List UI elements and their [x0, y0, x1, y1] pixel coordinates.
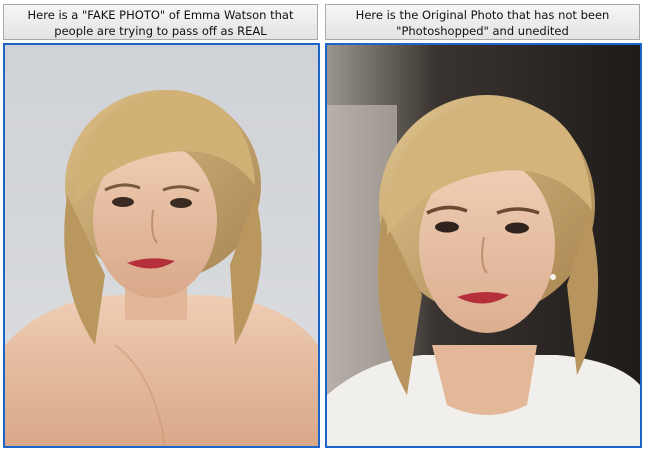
fake-photo-image — [3, 43, 320, 448]
comparison-frame: Here is a "FAKE PHOTO" of Emma Watson th… — [0, 0, 645, 450]
original-photo-panel: Here is the Original Photo that has not … — [325, 4, 642, 448]
fake-caption-line-2: people are trying to pass off as REAL — [54, 24, 267, 38]
fake-photo-caption: Here is a "FAKE PHOTO" of Emma Watson th… — [3, 4, 318, 40]
fake-caption-line-1: Here is a "FAKE PHOTO" of Emma Watson th… — [27, 8, 294, 22]
fake-photo-panel: Here is a "FAKE PHOTO" of Emma Watson th… — [3, 4, 320, 448]
original-photo-caption: Here is the Original Photo that has not … — [325, 4, 640, 40]
original-photo-image — [325, 43, 642, 448]
original-caption-line-1: Here is the Original Photo that has not … — [355, 8, 610, 22]
original-caption-line-2: "Photoshopped" and unedited — [396, 24, 569, 38]
